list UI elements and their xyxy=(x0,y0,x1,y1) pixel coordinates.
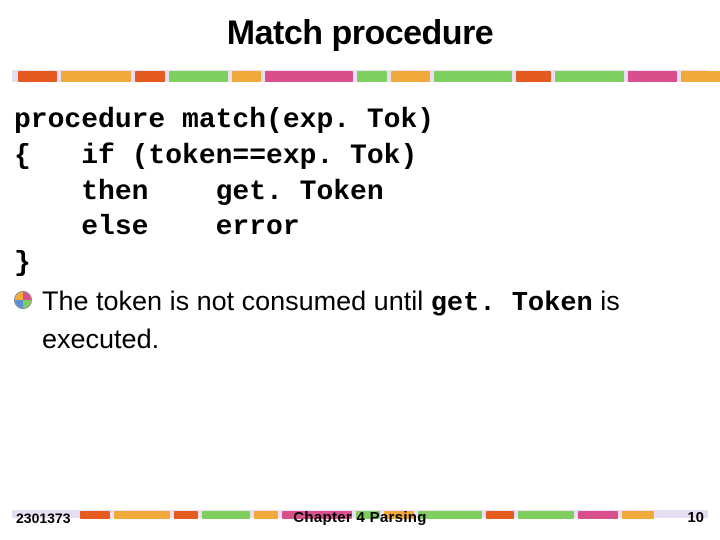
stripe-segment xyxy=(61,71,132,82)
title-underline-stripe xyxy=(0,61,720,91)
code-line: procedure match(exp. Tok) xyxy=(14,105,434,136)
code-line: } xyxy=(14,248,31,279)
stripe-segment xyxy=(391,71,430,82)
stripe-segment xyxy=(628,71,677,82)
pie-bullet-icon xyxy=(14,291,32,309)
stripe-blocks-top xyxy=(0,61,720,91)
code-block: procedure match(exp. Tok) { if (token==e… xyxy=(14,103,706,282)
footer-page-number: 10 xyxy=(687,509,704,526)
code-line: { if (token==exp. Tok) xyxy=(14,141,417,172)
slide-content: procedure match(exp. Tok) { if (token==e… xyxy=(0,91,720,357)
stripe-segment xyxy=(357,71,386,82)
slide-footer: 2301373 Chapter 4 Parsing 10 xyxy=(0,498,720,528)
code-line: else error xyxy=(14,212,300,243)
footer-chapter-title: Chapter 4 Parsing xyxy=(0,509,720,526)
stripe-segment xyxy=(265,71,353,82)
stripe-segment xyxy=(135,71,164,82)
slide-title: Match procedure xyxy=(0,0,720,53)
sentence-pre: The token is not consumed until xyxy=(42,286,431,316)
stripe-segment xyxy=(232,71,261,82)
bullet-item: The token is not consumed until get. Tok… xyxy=(14,284,706,357)
stripe-segment xyxy=(18,71,57,82)
stripe-segment xyxy=(555,71,624,82)
bullet-text: The token is not consumed until get. Tok… xyxy=(42,284,706,357)
stripe-segment xyxy=(434,71,512,82)
sentence-mono: get. Token xyxy=(431,289,593,319)
stripe-segment xyxy=(169,71,228,82)
code-line: then get. Token xyxy=(14,177,384,208)
stripe-segment xyxy=(516,71,551,82)
stripe-segment xyxy=(681,71,720,82)
